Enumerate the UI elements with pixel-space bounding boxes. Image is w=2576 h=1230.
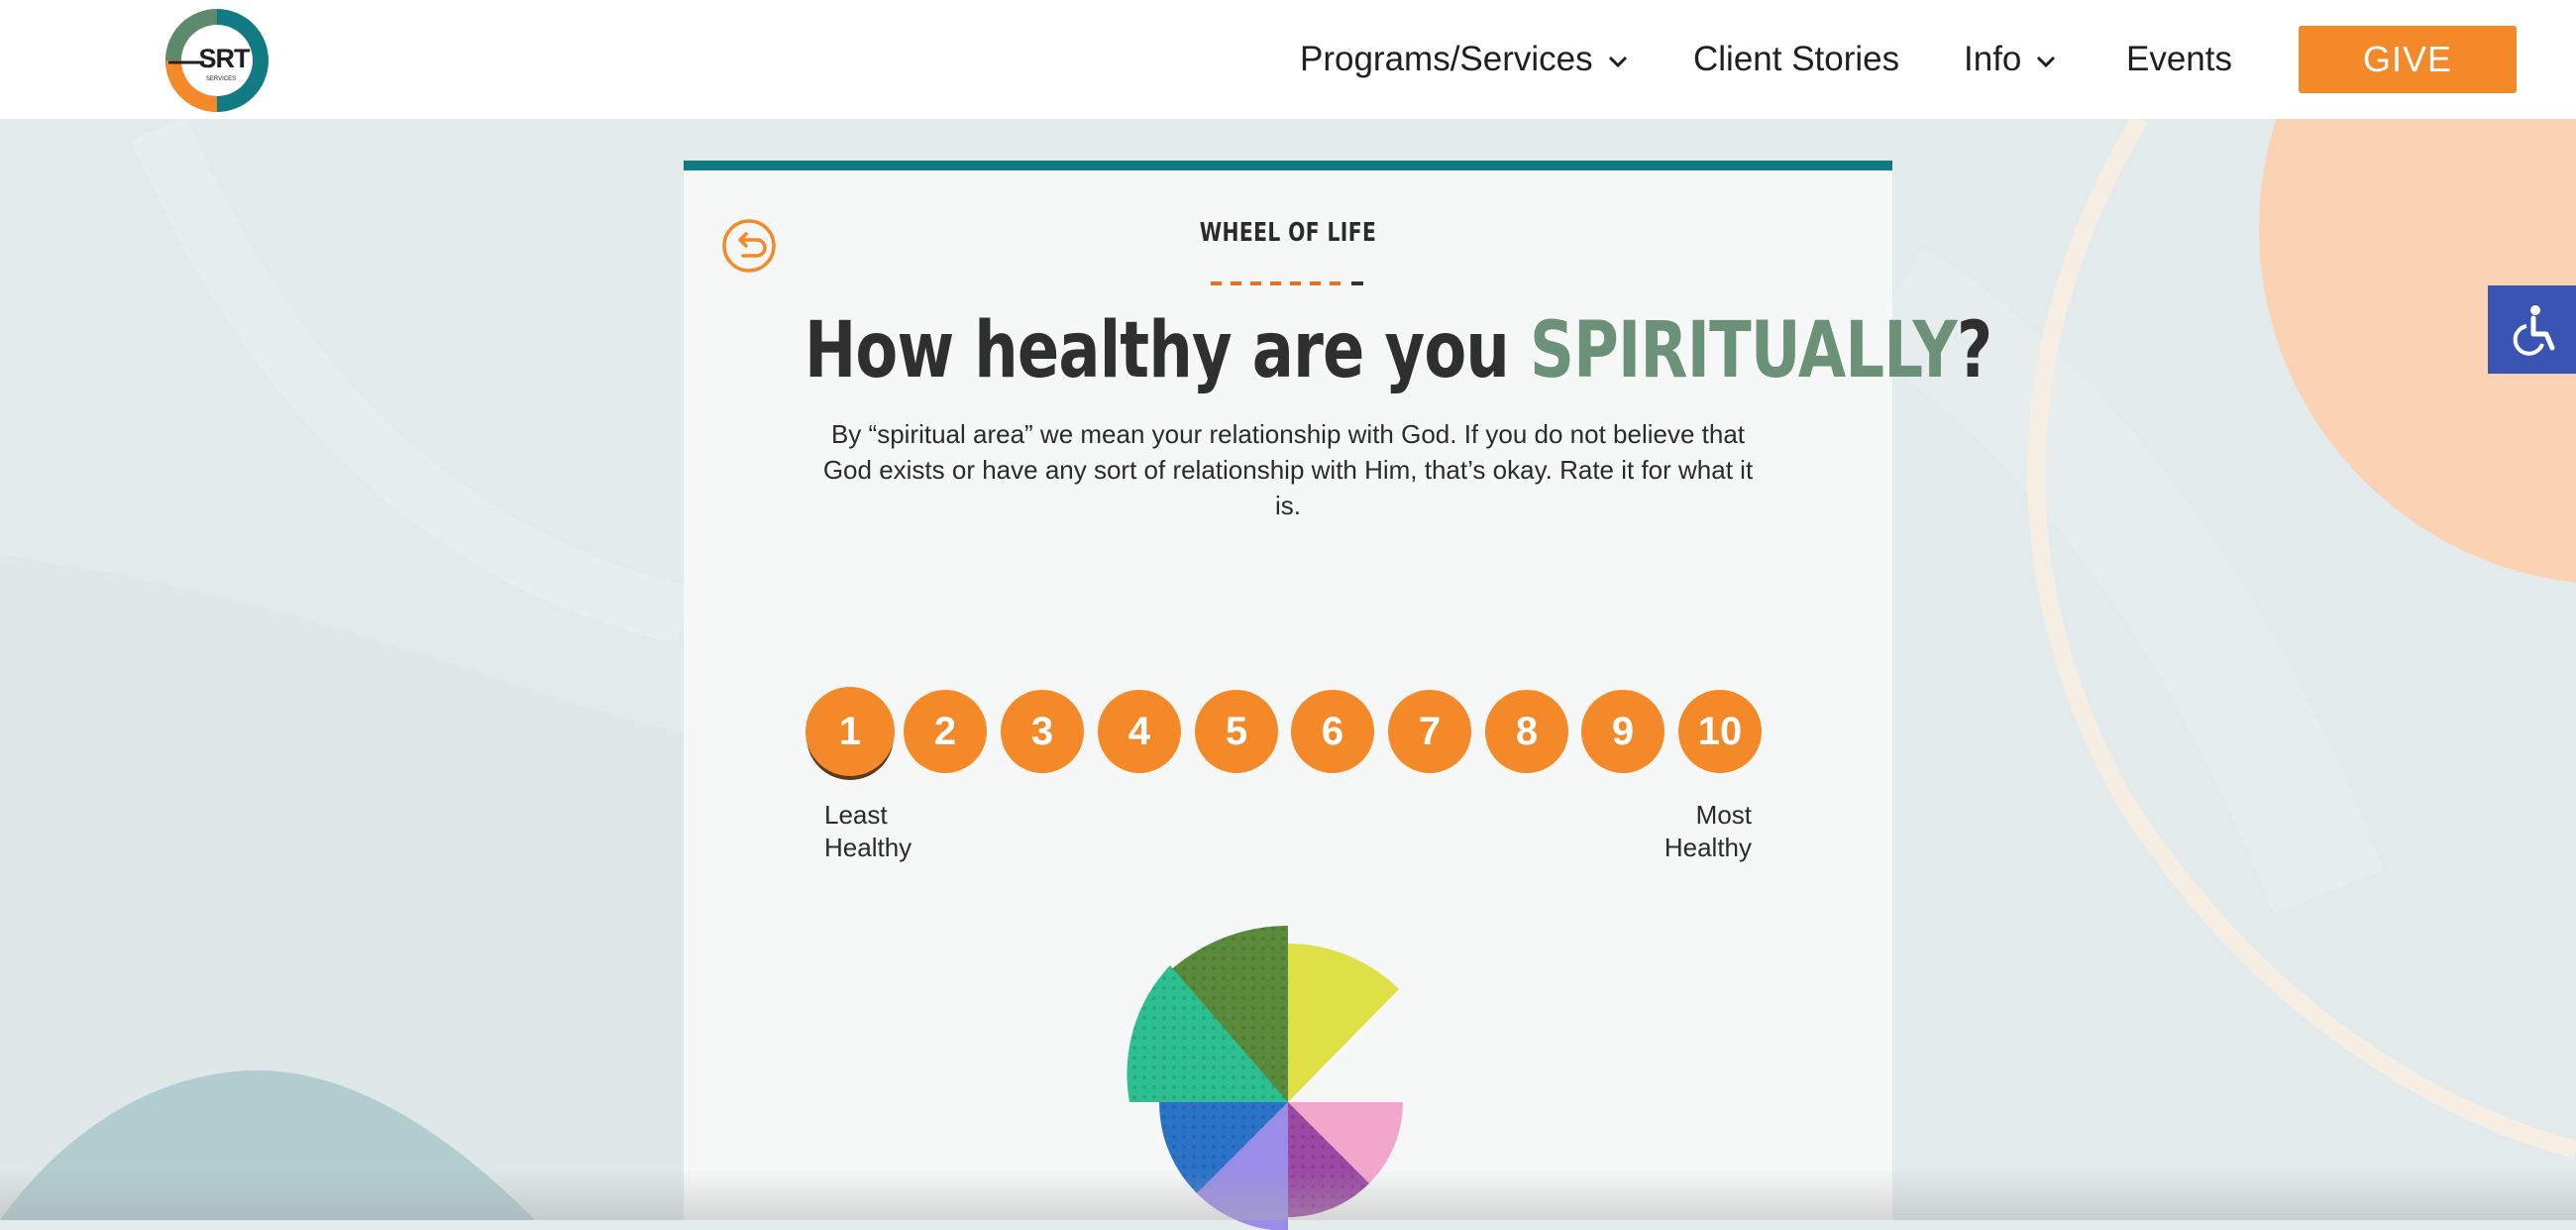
rating-2-button[interactable]: 2 [904,690,987,773]
rating-5-button[interactable]: 5 [1195,690,1278,773]
nav-info[interactable]: Info [1964,38,2057,81]
eyebrow-label: WHEEL OF LIFE [1199,218,1377,248]
nav-client-stories-label: Client Stories [1693,40,1900,78]
svg-text:SERVICES: SERVICES [206,76,236,82]
wheelchair-icon [2513,304,2554,356]
rating-3-button[interactable]: 3 [1001,690,1084,773]
srt-logo[interactable]: SRT SERVICES [164,8,269,113]
nav-events-label: Events [2126,40,2232,78]
wheel-of-life-card: WHEEL OF LIFE How healthy are you SPIRIT… [684,161,1992,1230]
rating-1-button[interactable]: 1 [805,687,895,776]
chevron-down-icon [1608,56,1627,67]
site-header: SRT SERVICES Programs/Services Client St… [0,0,2576,119]
wheel-of-life-graphic [1127,925,1403,1230]
dash-divider [1211,281,1363,285]
least-healthy-label: Least Healthy [824,800,912,862]
nav-info-label: Info [1964,40,2022,78]
nav-client-stories[interactable]: Client Stories [1693,38,1899,81]
title-suffix: ? [1956,306,1992,395]
title-prefix: How healthy are you [805,306,1530,395]
most-healthy-label: Most Healthy [1664,800,1752,862]
rating-9-button[interactable]: 9 [1581,690,1664,773]
nav-programs-label: Programs/Services [1300,40,1593,78]
rating-6-button[interactable]: 6 [1291,690,1374,773]
svg-text:SRT: SRT [199,44,252,73]
rating-8-button[interactable]: 8 [1485,690,1568,773]
page-title: How healthy are you SPIRITUALLY? [805,301,1992,400]
rating-scale: 1 2 3 4 5 6 7 8 9 10 [805,687,1771,776]
title-highlight: SPIRITUALLY [1529,306,1958,395]
rating-4-button[interactable]: 4 [1098,690,1181,773]
chevron-down-icon [2037,56,2056,67]
description: By “spiritual area” we mean your relatio… [822,419,1754,520]
accessibility-button[interactable] [2488,285,2576,374]
nav-programs[interactable]: Programs/Services [1300,38,1629,81]
rating-10-button[interactable]: 10 [1678,690,1762,773]
back-arrow-icon[interactable] [721,218,777,274]
nav-events[interactable]: Events [2126,38,2232,81]
give-button[interactable]: GIVE [2299,26,2517,93]
rating-7-button[interactable]: 7 [1388,690,1471,773]
